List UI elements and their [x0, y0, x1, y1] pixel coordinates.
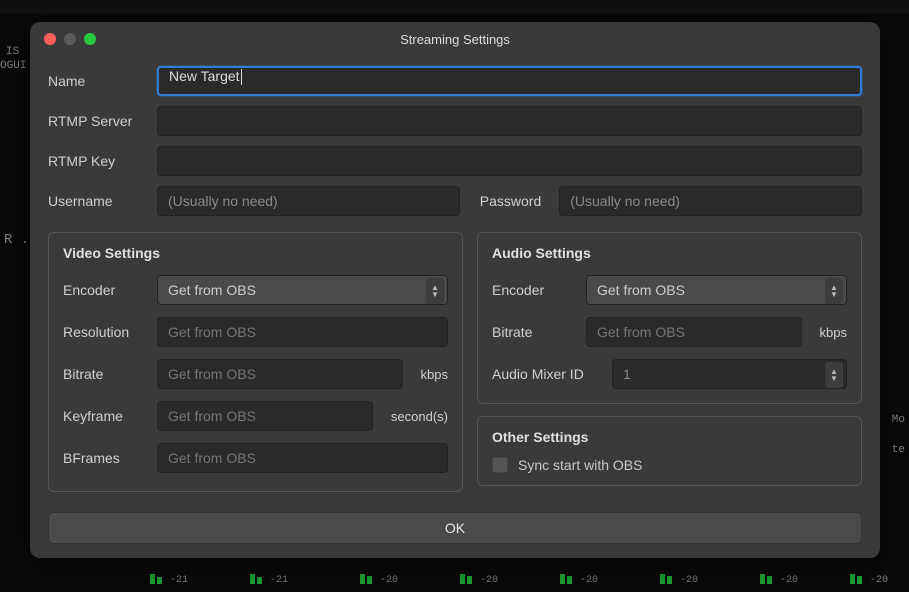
video-bframes-input[interactable] — [157, 443, 448, 473]
rtmp-server-input[interactable] — [157, 106, 862, 136]
ok-button[interactable]: OK — [48, 512, 862, 544]
audio-settings-panel: Audio Settings Encoder Get from OBS ▲▼ B… — [477, 232, 862, 404]
video-encoder-label: Encoder — [63, 282, 147, 298]
chevron-updown-icon: ▲▼ — [825, 278, 843, 304]
video-bitrate-label: Bitrate — [63, 366, 147, 382]
chevron-updown-icon: ▲▼ — [426, 278, 444, 304]
chevron-updown-icon: ▲▼ — [825, 362, 843, 388]
video-settings-panel: Video Settings Encoder Get from OBS ▲▼ R… — [48, 232, 463, 492]
name-label: Name — [48, 73, 143, 89]
password-input[interactable] — [559, 186, 862, 216]
video-keyframe-label: Keyframe — [63, 408, 147, 424]
name-input[interactable]: New Target — [157, 66, 862, 96]
audio-mixer-select[interactable]: 1 ▲▼ — [612, 359, 847, 389]
video-resolution-label: Resolution — [63, 324, 147, 340]
password-label: Password — [480, 193, 541, 209]
other-settings-panel: Other Settings Sync start with OBS — [477, 416, 862, 486]
bg-text: IS — [6, 46, 19, 58]
bg-text: OGUI — [0, 60, 26, 72]
titlebar: Streaming Settings — [30, 22, 880, 56]
username-input[interactable] — [157, 186, 460, 216]
audio-encoder-label: Encoder — [492, 282, 576, 298]
rtmp-server-label: RTMP Server — [48, 113, 143, 129]
video-bitrate-unit: kbps — [421, 367, 448, 382]
rtmp-key-label: RTMP Key — [48, 153, 143, 169]
video-bitrate-input[interactable] — [157, 359, 403, 389]
sync-start-label: Sync start with OBS — [518, 457, 642, 473]
dialog-title: Streaming Settings — [30, 32, 880, 47]
audio-encoder-select[interactable]: Get from OBS ▲▼ — [586, 275, 847, 305]
video-settings-title: Video Settings — [63, 245, 448, 261]
video-keyframe-unit: second(s) — [391, 409, 448, 424]
audio-bitrate-label: Bitrate — [492, 324, 576, 340]
video-keyframe-input[interactable] — [157, 401, 373, 431]
audio-mixer-label: Audio Mixer ID — [492, 366, 602, 382]
streaming-settings-dialog: Streaming Settings Name New Target RTMP … — [30, 22, 880, 558]
audio-settings-title: Audio Settings — [492, 245, 847, 261]
sync-start-checkbox[interactable] — [492, 457, 508, 473]
bg-text: te — [892, 444, 905, 456]
video-encoder-select[interactable]: Get from OBS ▲▼ — [157, 275, 448, 305]
audio-bitrate-input[interactable] — [586, 317, 802, 347]
bg-text: R . — [4, 232, 29, 248]
other-settings-title: Other Settings — [492, 429, 847, 445]
video-bframes-label: BFrames — [63, 450, 147, 466]
rtmp-key-input[interactable] — [157, 146, 862, 176]
video-resolution-input[interactable] — [157, 317, 448, 347]
username-label: Username — [48, 193, 143, 209]
audio-bitrate-unit: kbps — [820, 325, 847, 340]
bg-text: Mo — [892, 414, 905, 426]
